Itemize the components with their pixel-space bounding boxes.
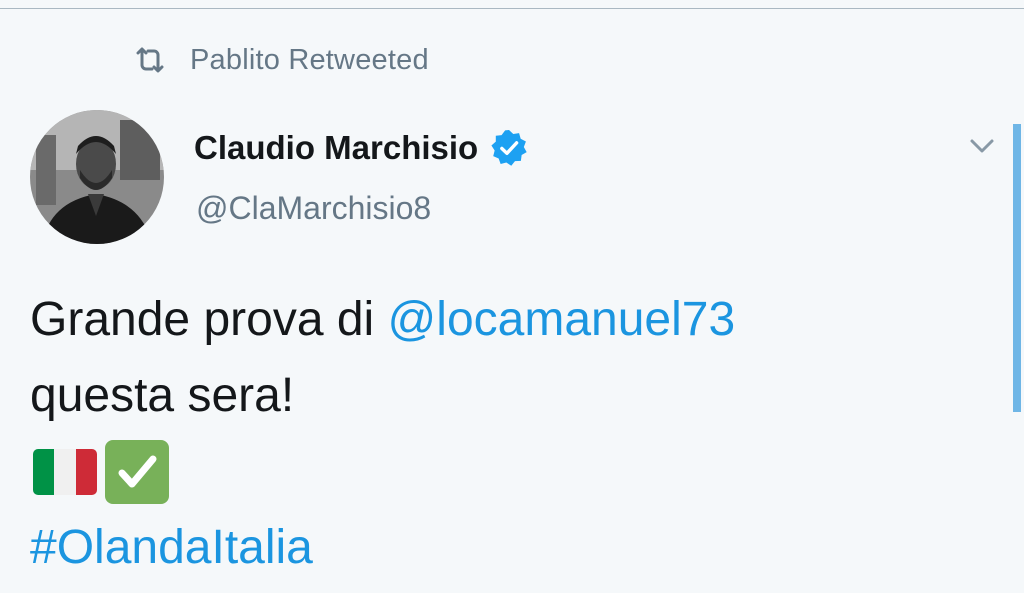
chevron-down-icon[interactable] xyxy=(965,132,999,160)
retweet-context[interactable]: Pablito Retweeted xyxy=(134,40,429,80)
tweet-line-1: Grande prova di @locamanuel73 xyxy=(30,282,970,358)
avatar[interactable] xyxy=(30,110,164,244)
author-name[interactable]: Claudio Marchisio xyxy=(194,129,478,167)
mention-link[interactable]: @locamanuel73 xyxy=(388,293,736,346)
retweet-icon xyxy=(136,47,164,73)
author-handle[interactable]: @ClaMarchisio8 xyxy=(196,190,431,227)
hashtag-link[interactable]: #OlandaItalia xyxy=(30,510,970,586)
verified-badge-icon xyxy=(491,129,527,166)
tweet-text: Grande prova di @locamanuel73 questa ser… xyxy=(30,282,970,586)
tweet-text-start: Grande prova di xyxy=(30,293,388,346)
retweet-label: Pablito Retweeted xyxy=(190,43,429,76)
author-name-row[interactable]: Claudio Marchisio xyxy=(194,124,528,172)
italy-flag-icon xyxy=(33,449,97,495)
scrollbar[interactable] xyxy=(1013,124,1021,412)
tweet-line-2: questa sera! xyxy=(30,369,295,422)
check-mark-button-icon xyxy=(105,440,169,504)
emoji-row xyxy=(30,434,970,510)
top-divider xyxy=(0,8,1024,9)
